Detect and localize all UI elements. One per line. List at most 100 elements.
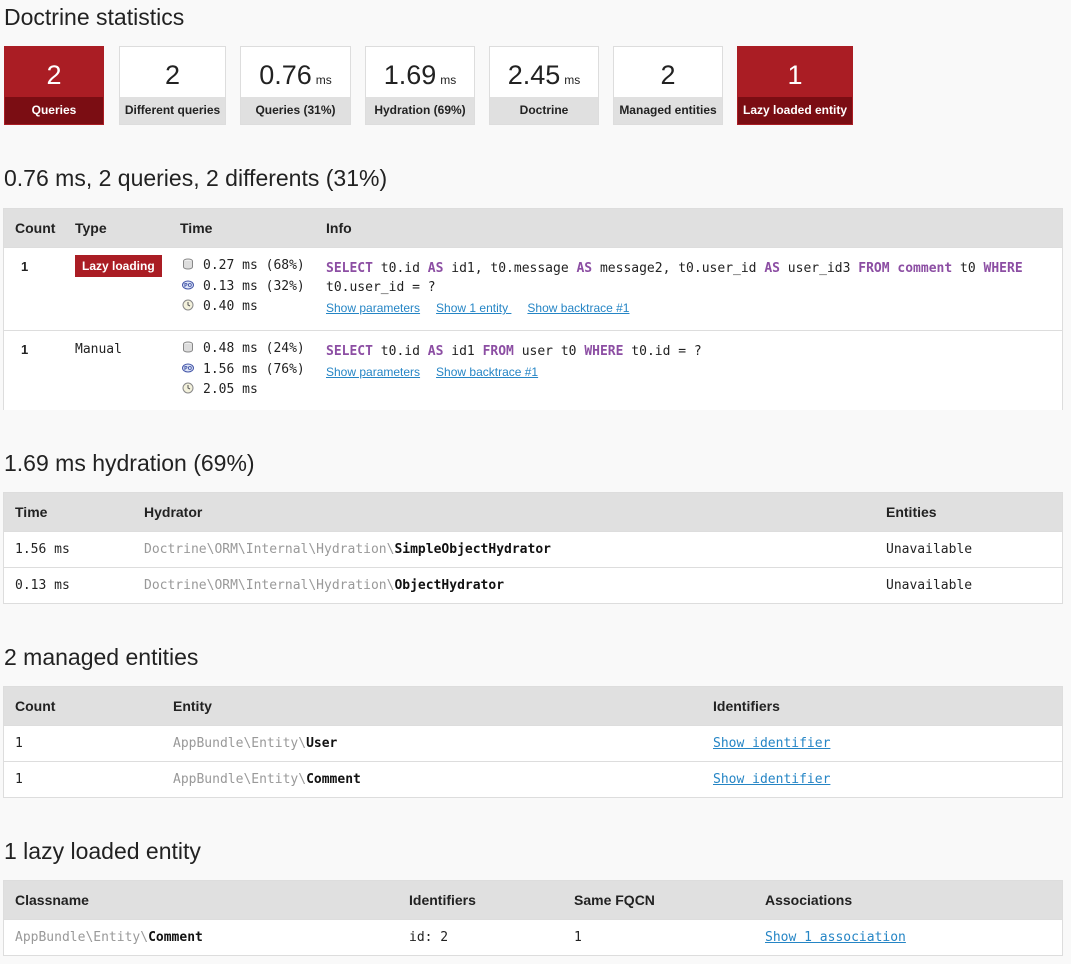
column-header-identifiers: Identifiers [713, 698, 780, 714]
show-parameters-link[interactable]: Show parameters [326, 365, 420, 379]
metric-value: 1 [787, 60, 803, 90]
sql-keyword: AS [427, 344, 444, 359]
hydration-icon: PO [182, 361, 194, 373]
metric-hydration-time: 1.69 ms Hydration (69%) [365, 46, 475, 125]
metric-unit: ms [315, 73, 332, 87]
lazy-loaded-table: Classname Identifiers Same FQCN Associat… [3, 880, 1063, 956]
sql-token: id1, t0.message [443, 261, 577, 276]
hydration-time: 0.13 ms (32%) [203, 278, 305, 294]
metric-label: Lazy loaded entity [738, 97, 852, 124]
sql-keyword: WHERE [584, 344, 624, 359]
metric-value: 1.69 [383, 60, 437, 90]
queries-section-title: 0.76 ms, 2 queries, 2 differents (31%) [4, 165, 388, 191]
query-type: Manual [75, 342, 122, 357]
show-identifier-link[interactable]: Show identifier [713, 772, 830, 787]
sql-keyword: AS [576, 261, 593, 276]
table-row: 1 AppBundle\Entity\Comment Show identifi… [4, 761, 1062, 797]
metric-label: Managed entities [614, 97, 722, 124]
sql-token: t0.id = ? [623, 344, 702, 359]
show-backtrace-link[interactable]: Show backtrace #1 [436, 365, 538, 379]
sql-token: user_id3 [779, 261, 859, 276]
clock-icon [182, 381, 194, 394]
hydration-time: 1.56 ms (76%) [203, 361, 305, 377]
show-parameters-link[interactable]: Show parameters [326, 301, 420, 315]
sql-token: user t0 [513, 344, 585, 359]
column-header-entity: Entity [173, 698, 212, 714]
hydration-time: 0.13 ms [15, 578, 70, 593]
sql-keyword: AS [427, 261, 444, 276]
metric-query-time: 0.76 ms Queries (31%) [240, 46, 351, 125]
column-header-same-fqcn: Same FQCN [574, 892, 655, 908]
metric-queries: 2 Queries [4, 46, 104, 125]
entity-class: AppBundle\Entity\Comment [173, 772, 361, 787]
metric-label: Doctrine [490, 97, 598, 124]
column-header-identifiers: Identifiers [409, 892, 476, 908]
lazy-section-title: 1 lazy loaded entity [4, 838, 201, 864]
hydration-entities: Unavailable [886, 542, 973, 557]
table-header: Count Entity Identifiers [4, 687, 1062, 725]
queries-table: Count Type Time Info 1 Lazy loading 0.27… [3, 208, 1063, 410]
total-time: 2.05 ms [203, 382, 258, 397]
metric-lazy-loaded: 1 Lazy loaded entity [737, 46, 853, 125]
svg-text:PO: PO [184, 283, 192, 289]
entity-class: AppBundle\Entity\User [173, 736, 338, 751]
query-count: 1 [21, 259, 29, 274]
column-header-time: Time [15, 504, 48, 520]
metric-value: 0.76 [259, 60, 312, 90]
sql-token: message2, t0.user_id [592, 261, 765, 276]
metric-value: 2 [164, 60, 181, 90]
sql-keyword: comment [897, 261, 953, 276]
sql-token: t0.id [372, 344, 428, 359]
metric-value: 2 [660, 60, 676, 90]
column-header-classname: Classname [15, 892, 89, 908]
total-time: 0.40 ms [203, 299, 258, 314]
metric-label: Different queries [120, 97, 225, 124]
metric-doctrine-time: 2.45 ms Doctrine [489, 46, 599, 125]
managed-section-title: 2 managed entities [4, 644, 199, 670]
column-header-info: Info [326, 220, 352, 236]
hydration-entities: Unavailable [886, 578, 973, 593]
metric-label: Hydration (69%) [366, 97, 474, 124]
metric-label: Queries [5, 97, 103, 124]
show-entity-link[interactable]: Show 1 entity [436, 301, 511, 315]
table-header: Time Hydrator Entities [4, 493, 1062, 531]
table-header: Classname Identifiers Same FQCN Associat… [4, 881, 1062, 919]
table-row: 0.13 ms Doctrine\ORM\Internal\Hydration\… [4, 567, 1062, 603]
entity-class: AppBundle\Entity\Comment [15, 930, 203, 945]
show-backtrace-link[interactable]: Show backtrace #1 [527, 301, 629, 315]
metric-managed-entities: 2 Managed entities [613, 46, 723, 125]
sql-keyword: AS [764, 261, 780, 276]
table-row: 1 Lazy loading 0.27 ms (68%) PO 0.13 ms (… [4, 247, 1062, 330]
entity-count: 1 [15, 736, 23, 751]
table-row: AppBundle\Entity\Comment id: 2 1 Show 1 … [4, 919, 1062, 955]
page-title: Doctrine statistics [4, 4, 185, 30]
hydration-section-title: 1.69 ms hydration (69%) [4, 450, 255, 476]
sql-query: SELECT t0.id AS id1 FROM user t0 WHERE t… [326, 342, 1056, 361]
sql-token: id1 [443, 344, 483, 359]
clock-icon [182, 298, 194, 311]
metric-value: 2.45 [507, 60, 561, 90]
same-fqcn-count: 1 [574, 930, 582, 945]
show-identifier-link[interactable]: Show identifier [713, 736, 830, 751]
sql-query: SELECT t0.id AS id1, t0.message AS messa… [326, 259, 1056, 297]
sql-keyword: FROM [858, 261, 890, 276]
metric-unit: ms [564, 73, 581, 87]
query-time: 0.48 ms (24%) [203, 341, 305, 356]
column-header-associations: Associations [765, 892, 853, 908]
show-association-link[interactable]: Show 1 association [765, 930, 906, 945]
column-header-type: Type [75, 220, 107, 236]
metric-value: 2 [46, 60, 62, 90]
sql-keyword: WHERE [983, 261, 1023, 276]
metric-different-queries: 2 Different queries [119, 46, 226, 125]
entity-identifiers: id: 2 [409, 930, 449, 945]
hydration-table: Time Hydrator Entities 1.56 ms Doctrine\… [3, 492, 1063, 604]
svg-text:PO: PO [184, 366, 192, 372]
sql-token: t0.id [372, 261, 428, 276]
table-row: 1 AppBundle\Entity\User Show identifier [4, 725, 1062, 761]
column-header-count: Count [15, 698, 56, 714]
sql-query-continuation: t0.user_id = ? [326, 280, 436, 295]
hydrator-class: Doctrine\ORM\Internal\Hydration\SimpleOb… [144, 542, 551, 557]
table-row: 1 Manual 0.48 ms (24%) PO 1.56 ms (76%) 2… [4, 330, 1062, 410]
query-count: 1 [21, 342, 29, 357]
metric-label: Queries (31%) [241, 97, 350, 124]
